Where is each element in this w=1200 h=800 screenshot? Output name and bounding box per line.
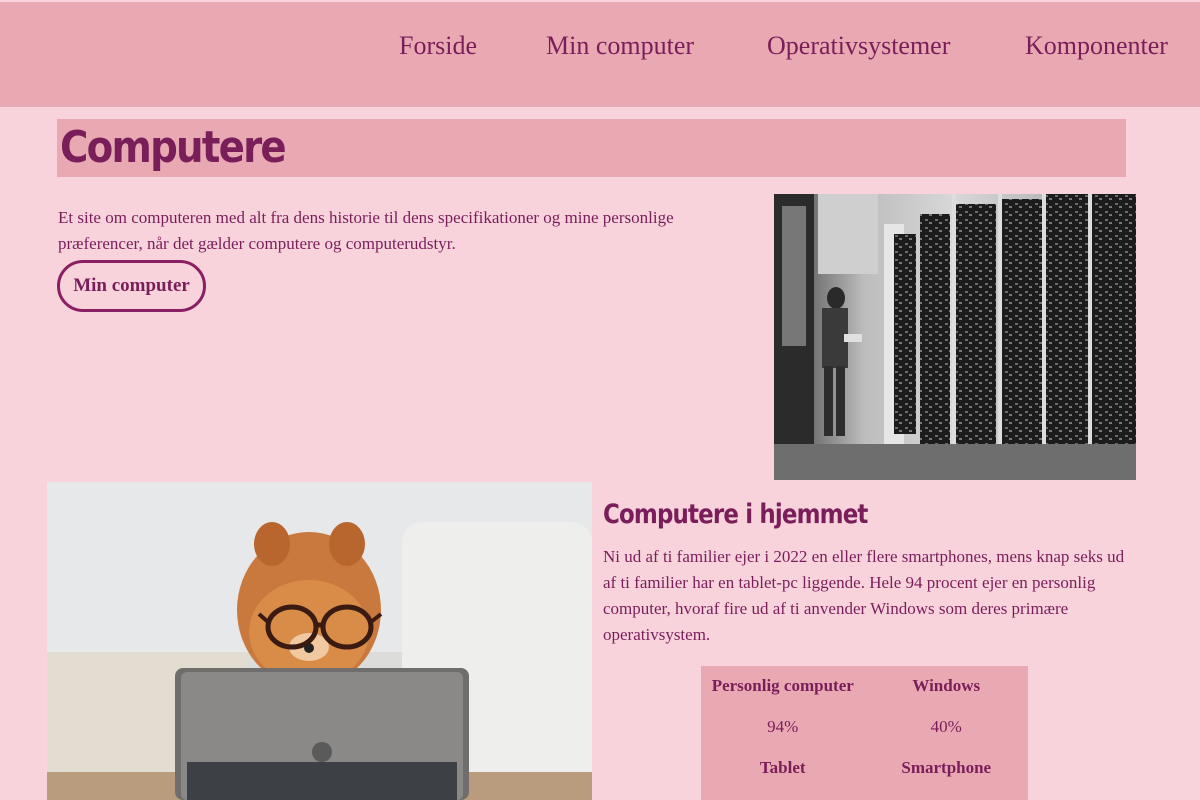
page-title: Computere (60, 122, 287, 173)
dog-with-glasses-image (47, 482, 592, 800)
min-computer-button[interactable]: Min computer (57, 260, 206, 312)
nav-link-operativsystemer[interactable]: Operativsystemer (767, 30, 950, 62)
main-nav: Forside Min computer Operativsystemer Ko… (0, 30, 1200, 66)
dog-photo (47, 482, 592, 800)
top-navigation-bar: Forside Min computer Operativsystemer Ko… (0, 2, 1200, 107)
section-title: Computere i hjemmet (603, 499, 868, 530)
intro-text: Et site om computeren med alt fra dens h… (58, 208, 674, 253)
nav-link-min-computer[interactable]: Min computer (546, 30, 694, 62)
table-header-cell: Windows (912, 676, 981, 695)
table-cell: 94% (767, 716, 799, 736)
table-row: 94% 40% (701, 706, 1028, 747)
table-row: Tablet Smartphone (701, 747, 1028, 788)
page: Forside Min computer Operativsystemer Ko… (0, 0, 1200, 800)
nav-link-forside[interactable]: Forside (399, 30, 477, 62)
section-text: Ni ud af ti familier ejer i 2022 en elle… (603, 547, 1125, 644)
nav-link-komponenter[interactable]: Komponenter (1025, 30, 1168, 62)
stats-table-container: Personlig computer Windows 94% 40% Table… (701, 666, 1028, 800)
table-cell: 40% (930, 716, 962, 736)
table-header-cell: Smartphone (901, 757, 992, 777)
table-header-cell: Personlig computer (711, 676, 854, 695)
server-room-image (774, 194, 1136, 480)
table-row: Personlig computer Windows (701, 666, 1028, 706)
stats-table: Personlig computer Windows 94% 40% Table… (701, 666, 1028, 788)
page-title-bar: Computere (57, 119, 1126, 177)
table-header-cell: Tablet (759, 757, 806, 777)
server-room-photo (774, 194, 1136, 480)
